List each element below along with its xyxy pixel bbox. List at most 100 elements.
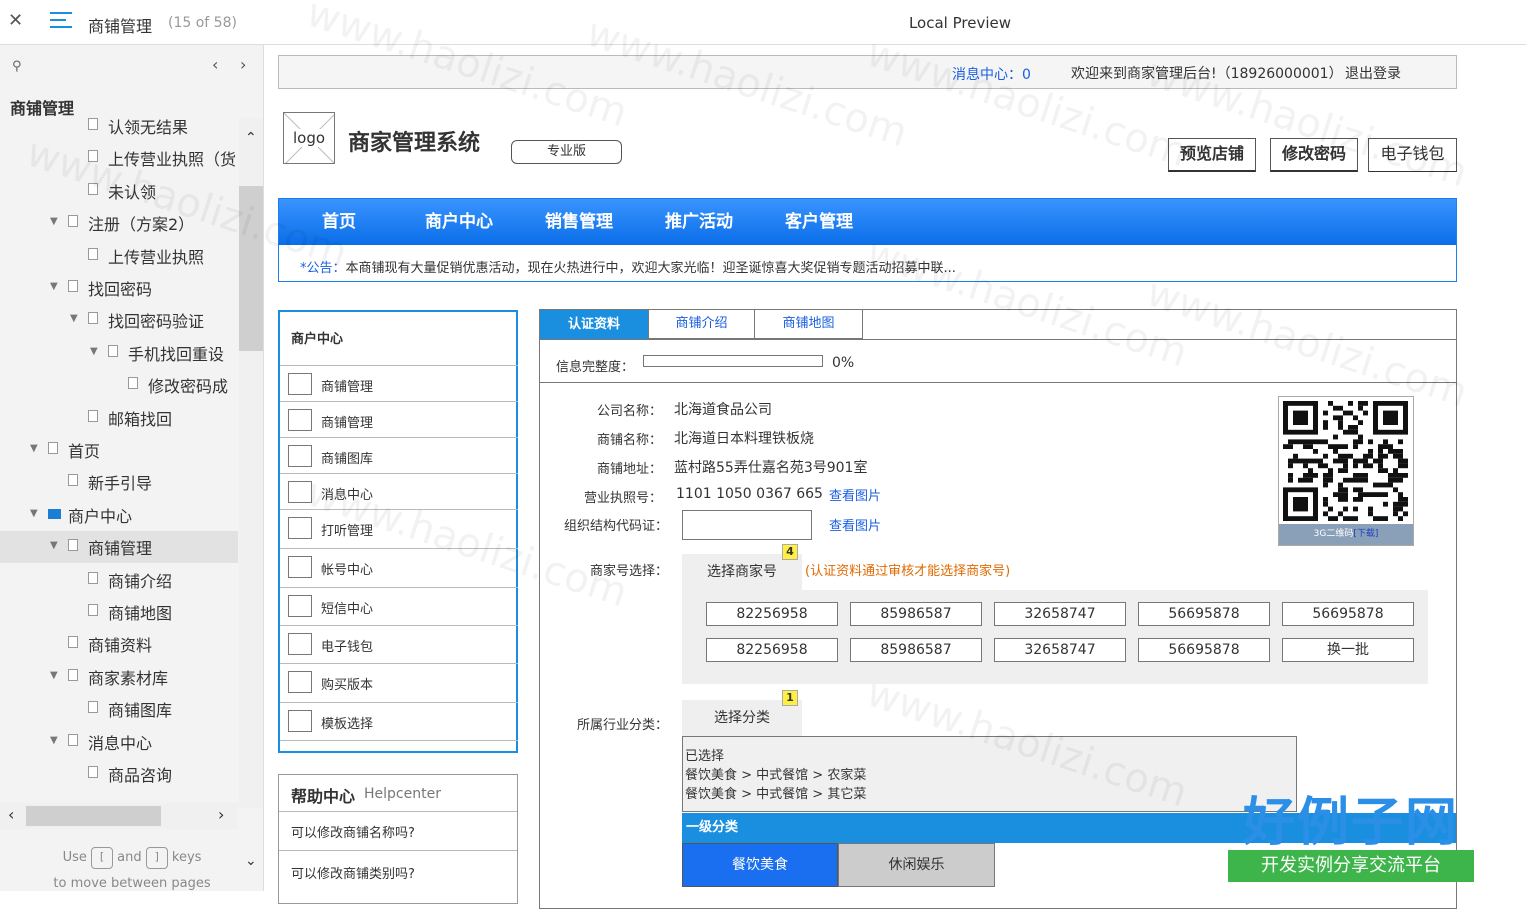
scroll-up-icon[interactable]: ⌃	[245, 130, 257, 146]
merchant-number-option[interactable]: 56695878	[1282, 602, 1414, 626]
tree-item[interactable]: ▼ 找回密码	[0, 272, 238, 304]
category-leisure[interactable]: 休闲娱乐	[838, 843, 995, 887]
merchant-number-option[interactable]: 32658747	[994, 638, 1126, 662]
expand-toggle-icon[interactable]: ▼	[50, 281, 58, 292]
menu-item-checkbox[interactable]	[288, 671, 312, 693]
tab-shop-map[interactable]: 商铺地图	[755, 310, 863, 339]
expand-toggle-icon[interactable]: ▼	[90, 346, 98, 357]
prev-page-icon[interactable]: ‹	[212, 55, 218, 74]
horizontal-scrollbar[interactable]: ‹ ›	[0, 803, 238, 829]
expand-toggle-icon[interactable]: ▼	[50, 216, 58, 227]
tree-item[interactable]: 商铺介绍	[0, 564, 238, 596]
scroll-left-icon[interactable]: ‹	[8, 805, 14, 824]
tree-item[interactable]: ▼ 首页	[0, 434, 238, 466]
tree-item[interactable]: 服务咨询	[0, 790, 238, 798]
tree-item-label: 商铺资料	[88, 636, 153, 656]
tree-item[interactable]: 邮箱找回	[0, 402, 238, 434]
tree-item[interactable]: 修改密码成	[0, 369, 238, 401]
scroll-right-icon[interactable]: ›	[218, 805, 224, 824]
tree-item[interactable]: 认领无结果	[0, 118, 238, 142]
tree-item[interactable]: 未认领	[0, 175, 238, 207]
nav-home[interactable]: 首页	[322, 199, 356, 245]
expand-toggle-icon[interactable]: ▼	[30, 508, 38, 519]
menu-item[interactable]: 商铺管理	[280, 401, 518, 437]
menu-item-checkbox[interactable]	[288, 595, 312, 617]
help-item[interactable]: 可以修改商铺类别吗?	[279, 850, 517, 889]
page-icon	[68, 539, 78, 552]
wallet-button[interactable]: 电子钱包	[1368, 138, 1457, 172]
tree-item[interactable]: 上传营业执照	[0, 240, 238, 272]
tree-item[interactable]: 新手引导	[0, 466, 238, 498]
menu-item[interactable]: 消息中心	[280, 473, 518, 509]
menu-item[interactable]: 模板选择	[280, 702, 518, 740]
tree-item[interactable]: 商品咨询	[0, 758, 238, 790]
tree-item[interactable]: ▼ 商户中心	[0, 499, 238, 531]
tree-item[interactable]: ▼ 找回密码验证	[0, 304, 238, 336]
menu-item[interactable]: 商铺管理	[280, 365, 518, 401]
menu-item-checkbox[interactable]	[288, 373, 312, 395]
search-icon[interactable]: ⚲	[12, 59, 22, 74]
nav-customers[interactable]: 客户管理	[785, 199, 853, 245]
menu-item[interactable]: 帐号中心	[280, 548, 518, 587]
selected-category[interactable]: 餐饮美食 > 中式餐馆 > 农家菜	[685, 766, 1294, 785]
nav-merchant-center[interactable]: 商户中心	[425, 199, 493, 245]
menu-item[interactable]: 短信中心	[280, 587, 518, 625]
view-orgcode-image-link[interactable]: 查看图片	[829, 515, 881, 534]
tab-shop-intro[interactable]: 商铺介绍	[648, 310, 755, 339]
scrollbar-thumb[interactable]	[239, 186, 263, 351]
tree-item[interactable]: ▼ 注册（方案2）	[0, 207, 238, 239]
expand-toggle-icon[interactable]: ▼	[30, 443, 38, 454]
change-password-button[interactable]: 修改密码	[1270, 138, 1358, 172]
view-license-image-link[interactable]: 查看图片	[829, 485, 881, 504]
tree-item[interactable]: 商铺图库	[0, 693, 238, 725]
expand-toggle-icon[interactable]: ▼	[50, 670, 58, 681]
help-center: 帮助中心 Helpcenter 可以修改商铺名称吗? 可以修改商铺类别吗?	[278, 774, 518, 904]
menu-item-checkbox[interactable]	[288, 517, 312, 539]
tree-item[interactable]: 商铺地图	[0, 596, 238, 628]
page-icon	[88, 150, 98, 163]
expand-toggle-icon[interactable]: ▼	[70, 313, 78, 324]
tree-item[interactable]: ▼ 消息中心	[0, 726, 238, 758]
vertical-scrollbar[interactable]: ⌃ ⌄	[239, 118, 263, 869]
tree-item[interactable]: ▼ 商铺管理	[0, 531, 238, 564]
merchant-number-option[interactable]: 82256958	[706, 638, 838, 662]
menu-item-checkbox[interactable]	[288, 633, 312, 655]
refresh-batch-button[interactable]: 换一批	[1282, 638, 1414, 662]
tab-certification[interactable]: 认证资料	[540, 310, 648, 339]
message-center-link[interactable]: 消息中心：0	[952, 64, 1031, 84]
merchant-number-option[interactable]: 56695878	[1138, 602, 1270, 626]
tree-item[interactable]: ▼ 商家素材库	[0, 661, 238, 693]
tree-item[interactable]: 商铺资料	[0, 628, 238, 660]
menu-item[interactable]: 商铺图库	[280, 437, 518, 473]
expand-toggle-icon[interactable]: ▼	[50, 735, 58, 746]
qr-download-link[interactable]: [下载]	[1353, 529, 1378, 539]
menu-item-checkbox[interactable]	[288, 556, 312, 578]
menu-item[interactable]: 购买版本	[280, 663, 518, 702]
merchant-number-option[interactable]: 85986587	[850, 602, 982, 626]
merchant-number-option[interactable]: 56695878	[1138, 638, 1270, 662]
menu-item-label: 购买版本	[321, 678, 374, 693]
tree-item[interactable]: 上传营业执照（货	[0, 142, 238, 174]
merchant-number-option[interactable]: 85986587	[850, 638, 982, 662]
menu-item[interactable]: 电子钱包	[280, 625, 518, 663]
merchant-number-option[interactable]: 82256958	[706, 602, 838, 626]
nav-promotions[interactable]: 推广活动	[665, 199, 733, 245]
category-food[interactable]: 餐饮美食	[682, 843, 838, 887]
selected-category[interactable]: 餐饮美食 > 中式餐馆 > 其它菜	[685, 785, 1294, 804]
menu-item[interactable]: 打听管理	[280, 509, 518, 548]
scrollbar-thumb[interactable]	[26, 806, 161, 826]
menu-item-checkbox[interactable]	[288, 409, 312, 431]
nav-sales[interactable]: 销售管理	[545, 199, 613, 245]
next-page-icon[interactable]: ›	[240, 55, 246, 74]
menu-item-checkbox[interactable]	[288, 710, 312, 732]
logout-link[interactable]: 退出登录	[1345, 63, 1401, 83]
org-code-input[interactable]	[682, 510, 812, 540]
tree-item[interactable]: ▼ 手机找回重设	[0, 337, 238, 369]
preview-shop-button[interactable]: 预览店铺	[1168, 138, 1256, 172]
menu-item-checkbox[interactable]	[288, 481, 312, 503]
expand-toggle-icon[interactable]: ▼	[50, 540, 58, 551]
menu-item-checkbox[interactable]	[288, 445, 312, 467]
badge: 4	[782, 544, 798, 560]
merchant-number-option[interactable]: 32658747	[994, 602, 1126, 626]
help-item[interactable]: 可以修改商铺名称吗?	[279, 811, 517, 850]
